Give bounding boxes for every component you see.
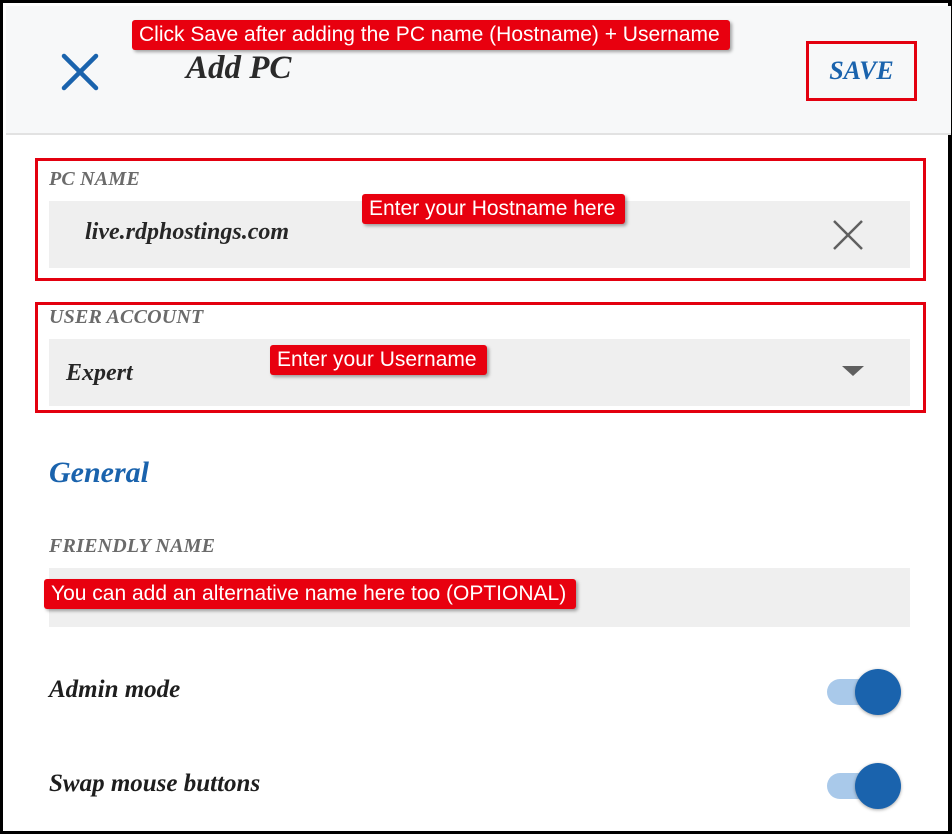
friendly-hint-callout: You can add an alternative name here too… [44, 579, 577, 609]
user-account-value[interactable]: Expert [66, 360, 133, 387]
toggle-knob[interactable] [855, 763, 901, 809]
page-title: Add PC [186, 50, 292, 86]
close-icon[interactable] [58, 50, 102, 94]
swap-mouse-buttons-label: Swap mouse buttons [49, 770, 261, 797]
swap-mouse-buttons-toggle[interactable] [825, 761, 905, 811]
save-hint-callout: Click Save after adding the PC name (Hos… [132, 20, 730, 50]
save-button[interactable]: SAVE [806, 41, 917, 101]
username-hint-callout: Enter your Username [270, 345, 487, 375]
admin-mode-label: Admin mode [49, 676, 181, 703]
add-pc-window: Add PC SAVE Click Save after adding the … [0, 0, 952, 834]
friendly-name-label: FRIENDLY NAME [49, 535, 216, 557]
hostname-hint-callout: Enter your Hostname here [362, 194, 626, 224]
pc-name-label: PC NAME [49, 168, 140, 190]
pc-name-value[interactable]: live.rdphostings.com [85, 219, 289, 246]
toggle-knob[interactable] [855, 669, 901, 715]
clear-icon[interactable] [831, 218, 865, 252]
section-title-general: General [49, 456, 149, 489]
caret-down-icon[interactable] [840, 364, 866, 378]
admin-mode-toggle[interactable] [825, 667, 905, 717]
user-account-label: USER ACCOUNT [49, 306, 204, 328]
